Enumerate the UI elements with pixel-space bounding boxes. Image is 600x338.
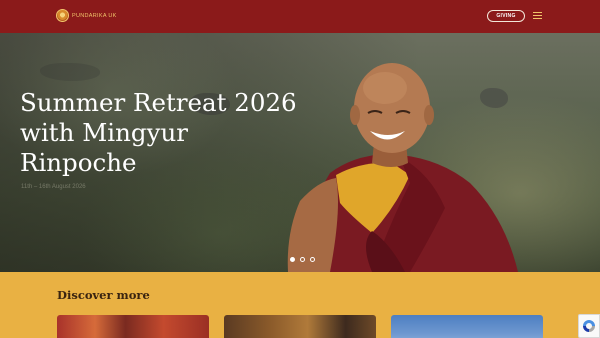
recaptcha-icon bbox=[583, 320, 595, 332]
carousel-dots bbox=[290, 257, 315, 262]
site-header: Pundarika UK GIVING bbox=[0, 0, 600, 33]
giving-button[interactable]: GIVING bbox=[487, 10, 525, 22]
discover-heading: Discover more bbox=[57, 288, 150, 302]
hamburger-menu-icon[interactable] bbox=[533, 12, 542, 20]
logo-text: Pundarika UK bbox=[72, 12, 117, 19]
site-logo[interactable]: Pundarika UK bbox=[56, 9, 117, 22]
logo-emblem-icon bbox=[56, 9, 69, 22]
carousel-dot-2[interactable] bbox=[300, 257, 305, 262]
hero-banner: Summer Retreat 2026 with Mingyur Rinpoch… bbox=[0, 33, 600, 272]
recaptcha-badge[interactable] bbox=[578, 314, 600, 338]
hero-subtitle: 11th – 16th August 2026 bbox=[21, 184, 86, 190]
carousel-dot-3[interactable] bbox=[310, 257, 315, 262]
discover-card-2[interactable] bbox=[224, 315, 376, 338]
discover-card-1[interactable] bbox=[57, 315, 209, 338]
hero-title: Summer Retreat 2026 with Mingyur Rinpoch… bbox=[20, 88, 297, 177]
discover-card-3[interactable] bbox=[391, 315, 543, 338]
carousel-dot-1[interactable] bbox=[290, 257, 295, 262]
